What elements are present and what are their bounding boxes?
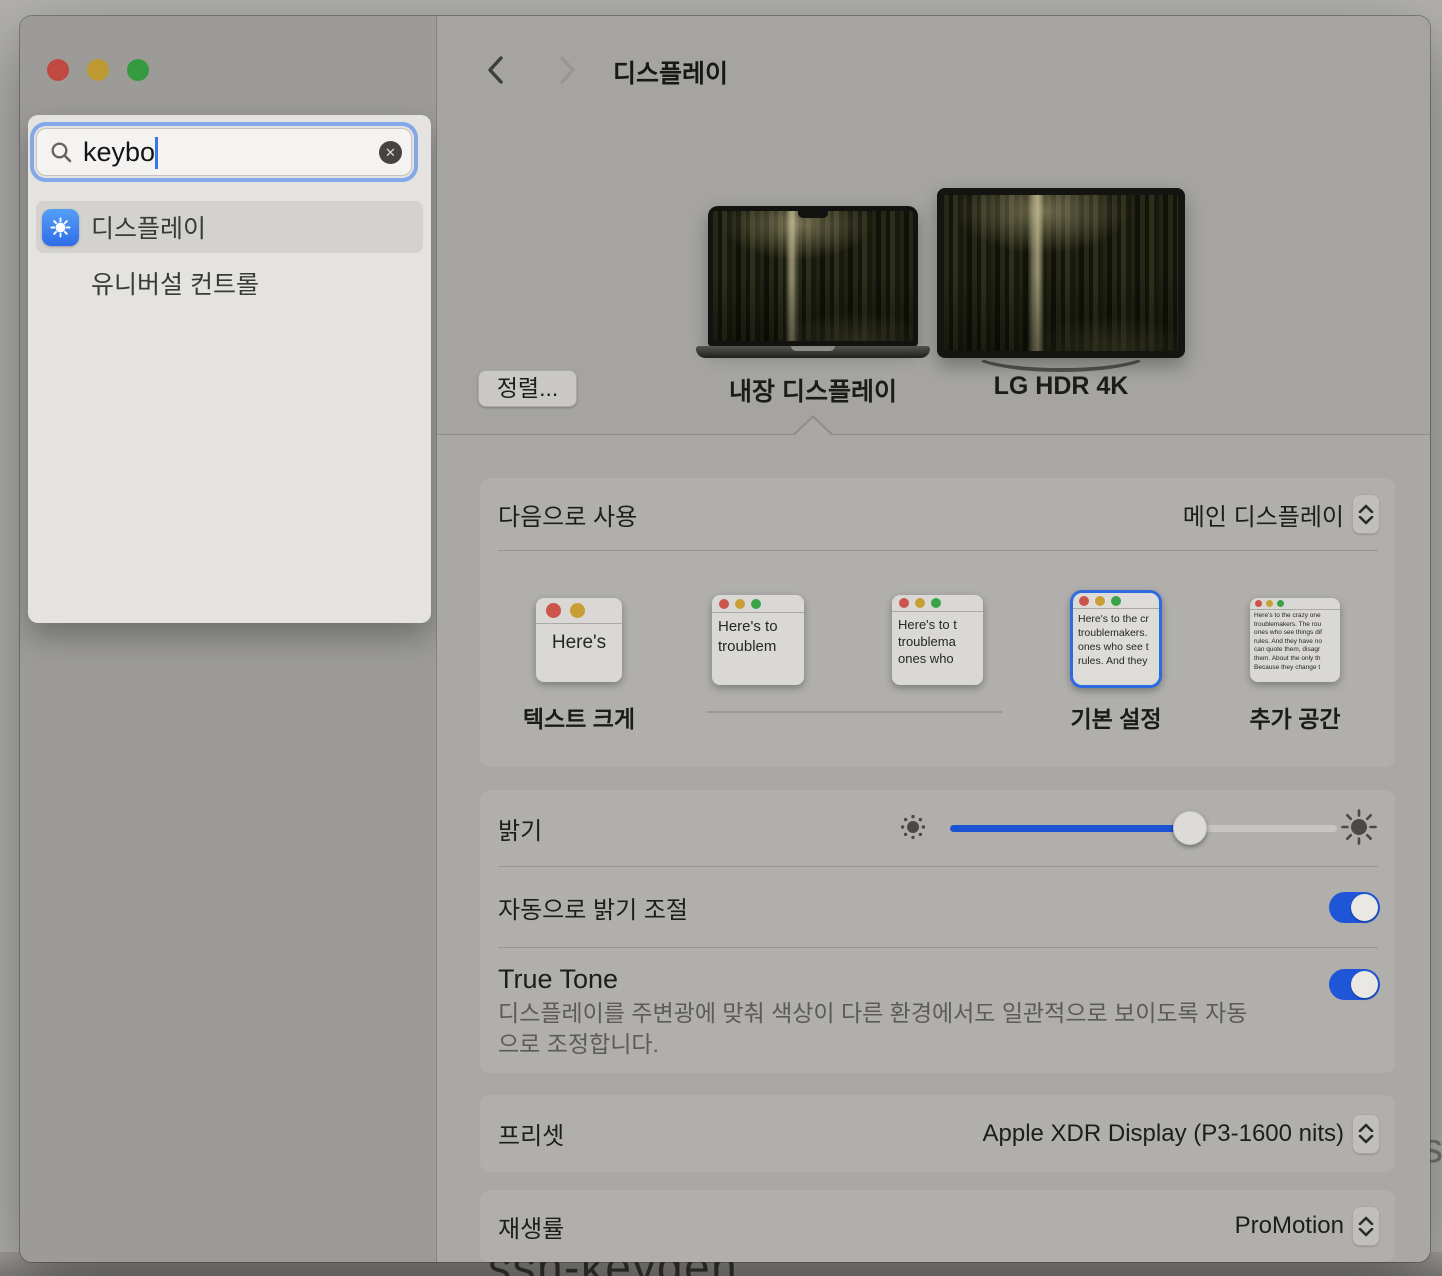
external-display-label: LG HDR 4K bbox=[911, 372, 1211, 401]
true-tone-toggle[interactable] bbox=[1329, 969, 1380, 1000]
brightness-slider bbox=[890, 790, 1380, 866]
wallpaper-forest bbox=[944, 195, 1178, 351]
refresh-rate-label: 재생률 bbox=[498, 1209, 564, 1244]
use-as-value: 메인 디스플레이 bbox=[1183, 497, 1344, 532]
wallpaper-forest bbox=[713, 211, 913, 341]
sidebar: ✕ 디스플레이 bbox=[20, 16, 437, 1262]
true-tone-description: 디스플레이를 주변광에 맞춰 색상이 다른 환경에서도 일관적으로 보이도록 자… bbox=[498, 998, 1253, 1060]
auto-brightness-label: 자동으로 밝기 조절 bbox=[498, 890, 688, 925]
header-area: 디스플레이 내장 디스플레이 LG HDR 4K 정렬... bbox=[437, 16, 1430, 435]
close-button[interactable] bbox=[47, 59, 69, 81]
true-tone-label: True Tone bbox=[498, 964, 618, 995]
brightness-label: 밝기 bbox=[498, 811, 542, 846]
scaling-label-larger-text: 텍스트 크게 bbox=[499, 700, 659, 734]
system-settings-window: ✕ 디스플레이 bbox=[20, 16, 1430, 1262]
preset-stepper-icon[interactable] bbox=[1352, 1114, 1380, 1154]
scaling-label-default: 기본 설정 bbox=[1036, 700, 1196, 734]
preset-card: 프리셋 Apple XDR Display (P3-1600 nits) bbox=[480, 1095, 1395, 1172]
scaling-option-default-selected[interactable]: Here's to the cr troublemakers. ones who… bbox=[1070, 590, 1162, 688]
laptop-notch bbox=[798, 210, 828, 218]
search-result-universal-control[interactable]: 유니버설 컨트롤 bbox=[36, 257, 423, 309]
zoom-button[interactable] bbox=[127, 59, 149, 81]
scaling-option-3[interactable]: Here's to t troublema ones who bbox=[892, 595, 983, 685]
forward-icon[interactable] bbox=[554, 53, 580, 87]
brightness-slider-fill bbox=[950, 825, 1190, 832]
scaling-option-more-space[interactable]: Here's to the crazy one troublemakers. T… bbox=[1250, 598, 1340, 682]
minimize-button[interactable] bbox=[87, 59, 109, 81]
use-as-label: 다음으로 사용 bbox=[498, 497, 637, 532]
scaling-label-more-space: 추가 공간 bbox=[1215, 700, 1375, 734]
refresh-rate-value: ProMotion bbox=[1235, 1212, 1344, 1240]
search-results-popover: ✕ 디스플레이 bbox=[28, 115, 431, 623]
clear-search-icon[interactable]: ✕ bbox=[379, 141, 402, 164]
brightness-slider-knob[interactable] bbox=[1173, 811, 1207, 845]
refresh-rate-row: 재생률 ProMotion bbox=[480, 1190, 1395, 1262]
scaling-option-larger-text[interactable]: Here's bbox=[536, 598, 622, 682]
brightness-card: 밝기 bbox=[480, 790, 1395, 1073]
preset-value: Apple XDR Display (P3-1600 nits) bbox=[983, 1120, 1345, 1148]
search-result-label: 디스플레이 bbox=[91, 209, 206, 245]
use-as-and-scaling-card: 다음으로 사용 메인 디스플레이 Here's Here's to troubl… bbox=[480, 478, 1395, 767]
brightness-slider-track[interactable] bbox=[950, 825, 1337, 832]
scaling-option-2[interactable]: Here's to troublem bbox=[712, 595, 804, 685]
arrange-button[interactable]: 정렬... bbox=[478, 370, 577, 407]
search-input[interactable] bbox=[37, 129, 411, 175]
auto-brightness-row: 자동으로 밝기 조절 bbox=[480, 867, 1395, 947]
preset-label: 프리셋 bbox=[498, 1116, 564, 1151]
builtin-display-thumbnail[interactable] bbox=[708, 206, 918, 346]
auto-brightness-toggle[interactable] bbox=[1329, 892, 1380, 923]
search-result-display[interactable]: 디스플레이 bbox=[36, 201, 423, 253]
external-display-thumbnail[interactable] bbox=[937, 188, 1185, 358]
preset-row: 프리셋 Apple XDR Display (P3-1600 nits) bbox=[480, 1095, 1395, 1172]
scaling-divider-line bbox=[707, 711, 1002, 713]
use-as-stepper-icon[interactable] bbox=[1352, 494, 1380, 534]
back-icon[interactable] bbox=[483, 53, 509, 87]
refresh-rate-card: 재생률 ProMotion bbox=[480, 1190, 1395, 1262]
search-field[interactable]: ✕ bbox=[36, 128, 412, 176]
main-pane: 디스플레이 내장 디스플레이 LG HDR 4K 정렬... bbox=[437, 16, 1430, 1262]
page-title: 디스플레이 bbox=[613, 54, 728, 90]
brightness-high-icon bbox=[1340, 808, 1378, 851]
desktop: ssh-keygen s ✕ bbox=[0, 0, 1442, 1276]
refresh-rate-stepper-icon[interactable] bbox=[1352, 1206, 1380, 1246]
search-result-label: 유니버설 컨트롤 bbox=[91, 265, 259, 301]
text-cursor bbox=[155, 137, 158, 169]
laptop-base bbox=[696, 346, 930, 358]
use-as-row: 다음으로 사용 메인 디스플레이 bbox=[480, 478, 1395, 550]
selected-display-caret bbox=[795, 418, 831, 435]
brightness-low-icon bbox=[900, 814, 926, 845]
display-icon bbox=[42, 209, 79, 246]
